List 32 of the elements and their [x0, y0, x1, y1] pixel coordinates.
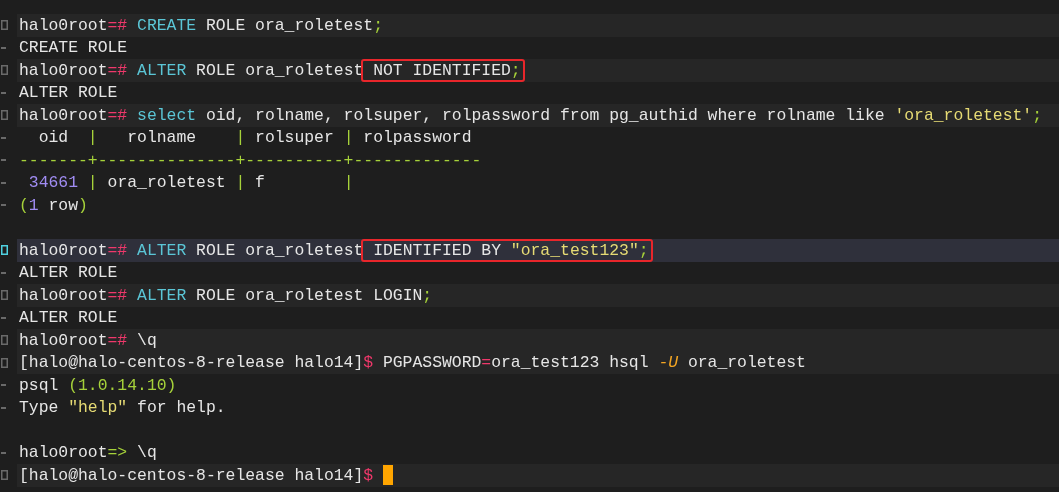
output-mark-icon — [1, 451, 6, 454]
output-text: psql (1.0.14.10) — [19, 375, 177, 395]
output-text: halo0root=> \q — [19, 443, 157, 463]
highlight-box: NOT IDENTIFIED; — [361, 58, 525, 82]
output-text: (1 row) — [19, 195, 88, 215]
command-text: halo0root=# ALTER ROLE ora_roletest LOGIN; — [19, 285, 433, 305]
output-mark-icon — [1, 181, 6, 184]
output-text: oid | rolname | rolsuper | rolpassword — [37, 128, 472, 148]
output-mark-icon — [1, 316, 6, 319]
output-text: Type "help" for help. — [19, 398, 226, 418]
output-mark-icon — [1, 46, 6, 49]
output-mark-icon — [1, 159, 6, 162]
output-mark-icon — [1, 271, 6, 274]
output-text: ALTER ROLE — [19, 263, 118, 283]
output-text: ALTER ROLE — [19, 308, 118, 328]
command-text: halo0root=# ALTER ROLE ora_roletest — [19, 60, 364, 80]
command-text: halo0root=# CREATE ROLE ora_roletest; — [19, 15, 383, 35]
command-text: [halo@halo-centos-8-release halo14]$ PGPASSWORD=ora_test123 hsql -U ora_roletest — [19, 353, 806, 373]
output-text: ALTER ROLE — [19, 83, 118, 103]
highlight-box: IDENTIFIED BY "ora_test123"; — [361, 238, 653, 262]
output-mark-icon — [1, 91, 6, 94]
output-mark-icon — [1, 204, 6, 207]
output-mark-icon — [1, 406, 6, 409]
output-text: 34661 | ora_roletest | f | — [27, 173, 354, 193]
command-text: halo0root=# select oid, rolname, rolsuper, rolpassword from pg_authid where rolname like 'ora_roletest'; — [19, 105, 1042, 125]
command-text: [halo@halo-centos-8-release halo14]$ — [19, 465, 375, 485]
output-mark-icon — [1, 384, 6, 387]
command-text: halo0root=# ALTER ROLE ora_roletest — [19, 240, 364, 260]
output-text: -------+--------------+----------+------------- — [19, 150, 482, 170]
output-mark-icon — [1, 136, 6, 139]
output-text: CREATE ROLE — [19, 38, 128, 58]
command-text: halo0root=# \q — [19, 330, 157, 350]
